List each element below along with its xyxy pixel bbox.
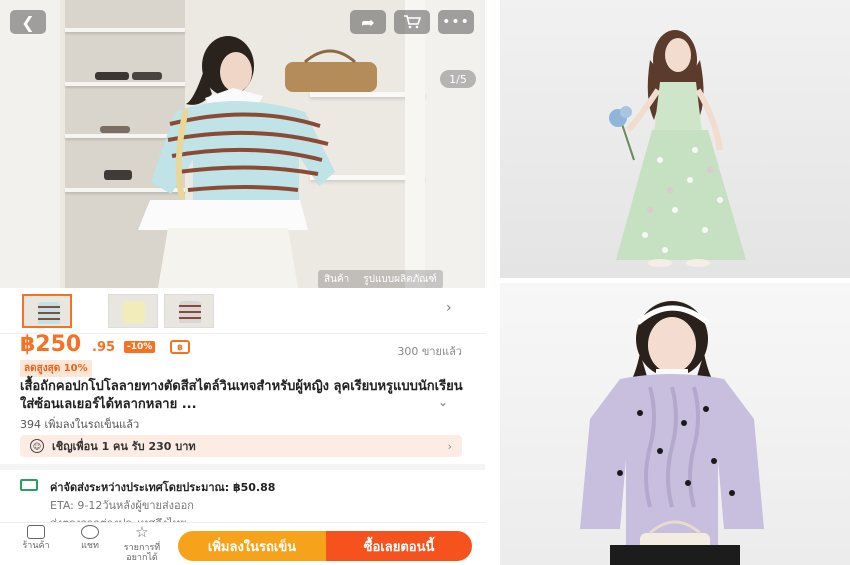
model-photo xyxy=(95,36,377,288)
product-page: ❮ ➦ ••• 1/5 สินค้า รูปแบบผลิตภัณฑ์ › ฿25… xyxy=(0,0,485,565)
invite-text: เชิญเพื่อน 1 คน รับ 230 บาท xyxy=(52,440,196,453)
thumbnail[interactable] xyxy=(108,294,158,328)
truck-icon xyxy=(20,479,38,491)
cart-button[interactable] xyxy=(394,10,430,34)
chevron-down-icon[interactable]: ⌄ xyxy=(438,395,448,409)
nav-wishlist-label: รายการที่อยากได้ xyxy=(123,543,161,563)
nav-chat[interactable]: แชท xyxy=(70,525,110,551)
thumbnail[interactable] xyxy=(164,294,214,328)
dress-illustration xyxy=(609,30,746,267)
shipping-eta: ETA: 9-12วันหลังผู้ขายส่งออก xyxy=(50,499,194,512)
nav-wishlist[interactable]: ☆ รายการที่อยากได้ xyxy=(122,523,162,564)
thumbnail-strip: › xyxy=(0,290,485,334)
chevron-right-icon: › xyxy=(447,439,452,453)
more-button[interactable]: ••• xyxy=(438,10,474,34)
coin-icon: ฿ xyxy=(170,340,190,354)
price: ฿250 xyxy=(20,332,82,357)
nav-store[interactable]: ร้านค้า xyxy=(16,525,56,551)
sweater-illustration xyxy=(580,301,764,565)
tab-product[interactable]: สินค้า xyxy=(324,272,349,287)
smiley-icon: ☺ xyxy=(30,439,44,453)
add-to-cart-button[interactable]: เพิ่มลงในรถเข็น xyxy=(178,531,326,561)
buy-now-button[interactable]: ซื้อเลยตอนนี้ xyxy=(326,531,472,561)
hero-tabs: สินค้า รูปแบบผลิตภัณฑ์ xyxy=(318,270,443,288)
sweater-photo xyxy=(500,283,850,565)
dress-photo xyxy=(500,0,850,278)
back-button[interactable]: ❮ xyxy=(10,10,46,34)
max-discount-badge: ลดสูงสุด 10% xyxy=(20,360,92,377)
nav-chat-label: แชท xyxy=(81,541,99,551)
bottom-action-bar: ร้านค้า แชท ☆ รายการที่อยากได้ เพิ่มลงใน… xyxy=(0,522,485,565)
product-title: เสื้อถักคอปกโปโลลายทางตัดสีสไตล์วินเทจสำ… xyxy=(20,379,463,412)
more-dots-icon: ••• xyxy=(442,14,470,30)
price-cents: .95 xyxy=(92,340,116,355)
image-counter: 1/5 xyxy=(440,70,476,88)
product-image-carousel[interactable]: ❮ ➦ ••• 1/5 สินค้า รูปแบบผลิตภัณฑ์ xyxy=(0,0,485,288)
store-icon xyxy=(27,525,45,539)
discount-badge: -10% xyxy=(124,341,156,353)
chevron-left-icon: ❮ xyxy=(21,12,35,32)
price-row: ฿250 .95 -10% ฿ 300 ขายแล้ว xyxy=(20,332,470,358)
shipping-title: ค่าจัดส่งระหว่างประเทศโดยประมาณ: ฿50.88 xyxy=(50,481,276,494)
cart-icon xyxy=(404,15,421,29)
thumbnail[interactable] xyxy=(22,294,72,328)
share-icon: ➦ xyxy=(361,12,375,32)
sold-count: 300 ขายแล้ว xyxy=(397,345,462,358)
invite-banner[interactable]: ☺ เชิญเพื่อน 1 คน รับ 230 บาท › xyxy=(20,435,462,457)
tab-variants[interactable]: รูปแบบผลิตภัณฑ์ xyxy=(363,272,437,287)
cart-count: 394 เพิ่มลงในรถเข็นแล้ว xyxy=(20,418,140,431)
share-button[interactable]: ➦ xyxy=(350,10,386,34)
nav-store-label: ร้านค้า xyxy=(22,541,50,551)
section-divider xyxy=(0,464,485,470)
star-icon: ☆ xyxy=(135,523,149,541)
chevron-right-icon[interactable]: › xyxy=(446,300,452,316)
chat-icon xyxy=(81,525,99,539)
